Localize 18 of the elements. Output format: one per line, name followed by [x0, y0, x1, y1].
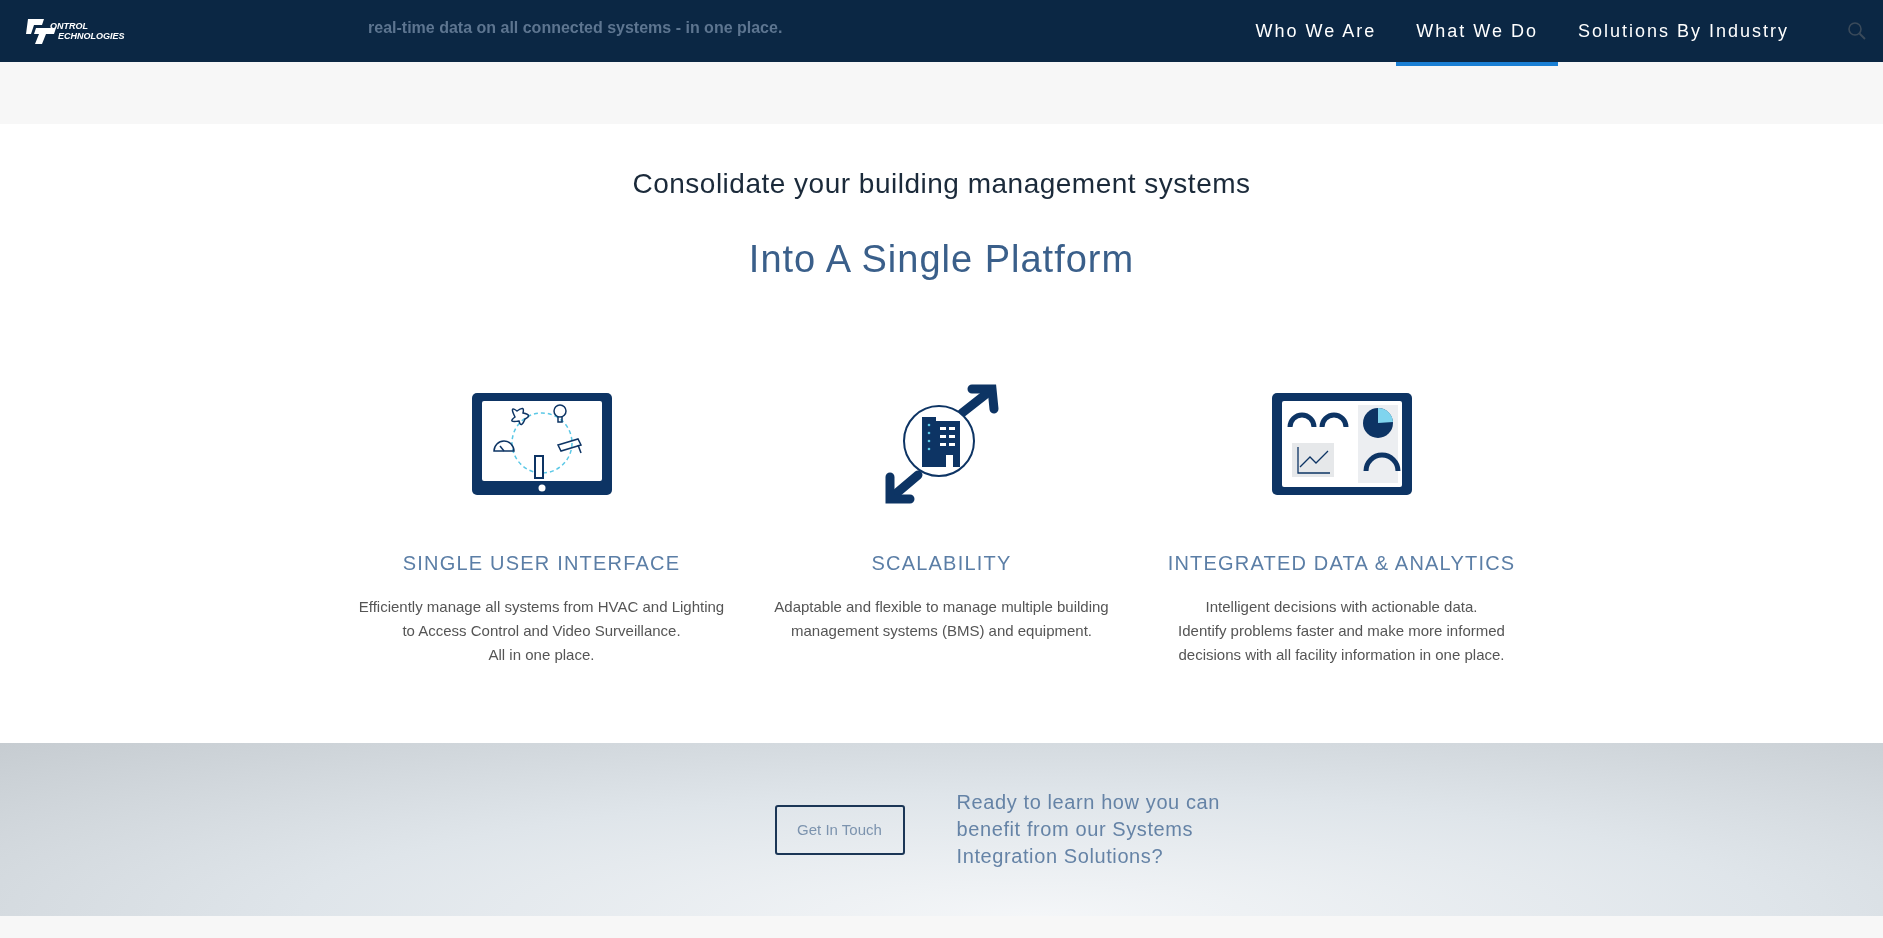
section-title: Into A Single Platform [747, 238, 1136, 281]
feature-description: Adaptable and flexible to manage multiple building management systems (BMS) and equipment. [774, 597, 1109, 641]
section-subtitle: Consolidate your building management systems [631, 168, 1252, 200]
feature-title: SINGLE USER INTERFACE [402, 552, 681, 575]
logo-text: ECHNOLOGIES [57, 31, 125, 41]
search-icon[interactable] [1847, 21, 1867, 41]
feature-title: INTEGRATED DATA & ANALYTICS [1167, 552, 1516, 575]
tablet-devices-icon [471, 392, 612, 495]
dashboard-icon [1271, 392, 1412, 495]
nav-link[interactable]: Solutions By Industry [1557, 0, 1809, 66]
logo-text: ONTROL [50, 21, 89, 31]
logo[interactable]: ONTROL ECHNOLOGIES [22, 17, 125, 45]
feature-title: SCALABILITY [871, 552, 1012, 575]
feature-description: Efficiently manage all systems from HVAC and Lighting to Access Control and Video Surveillance. All in one place. [358, 597, 725, 665]
cta-text: Ready to learn how you can benefit from our Systems Integration Solutions? [956, 790, 1222, 869]
feature-description: Intelligent decisions with actionable data. Identify problems faster and make more informed decisions with all facility information in one place. [1178, 597, 1505, 665]
nav-link[interactable]: Who We Are [1235, 0, 1397, 66]
tagline-text: real-time data on all connected systems - in one place. [368, 18, 783, 38]
